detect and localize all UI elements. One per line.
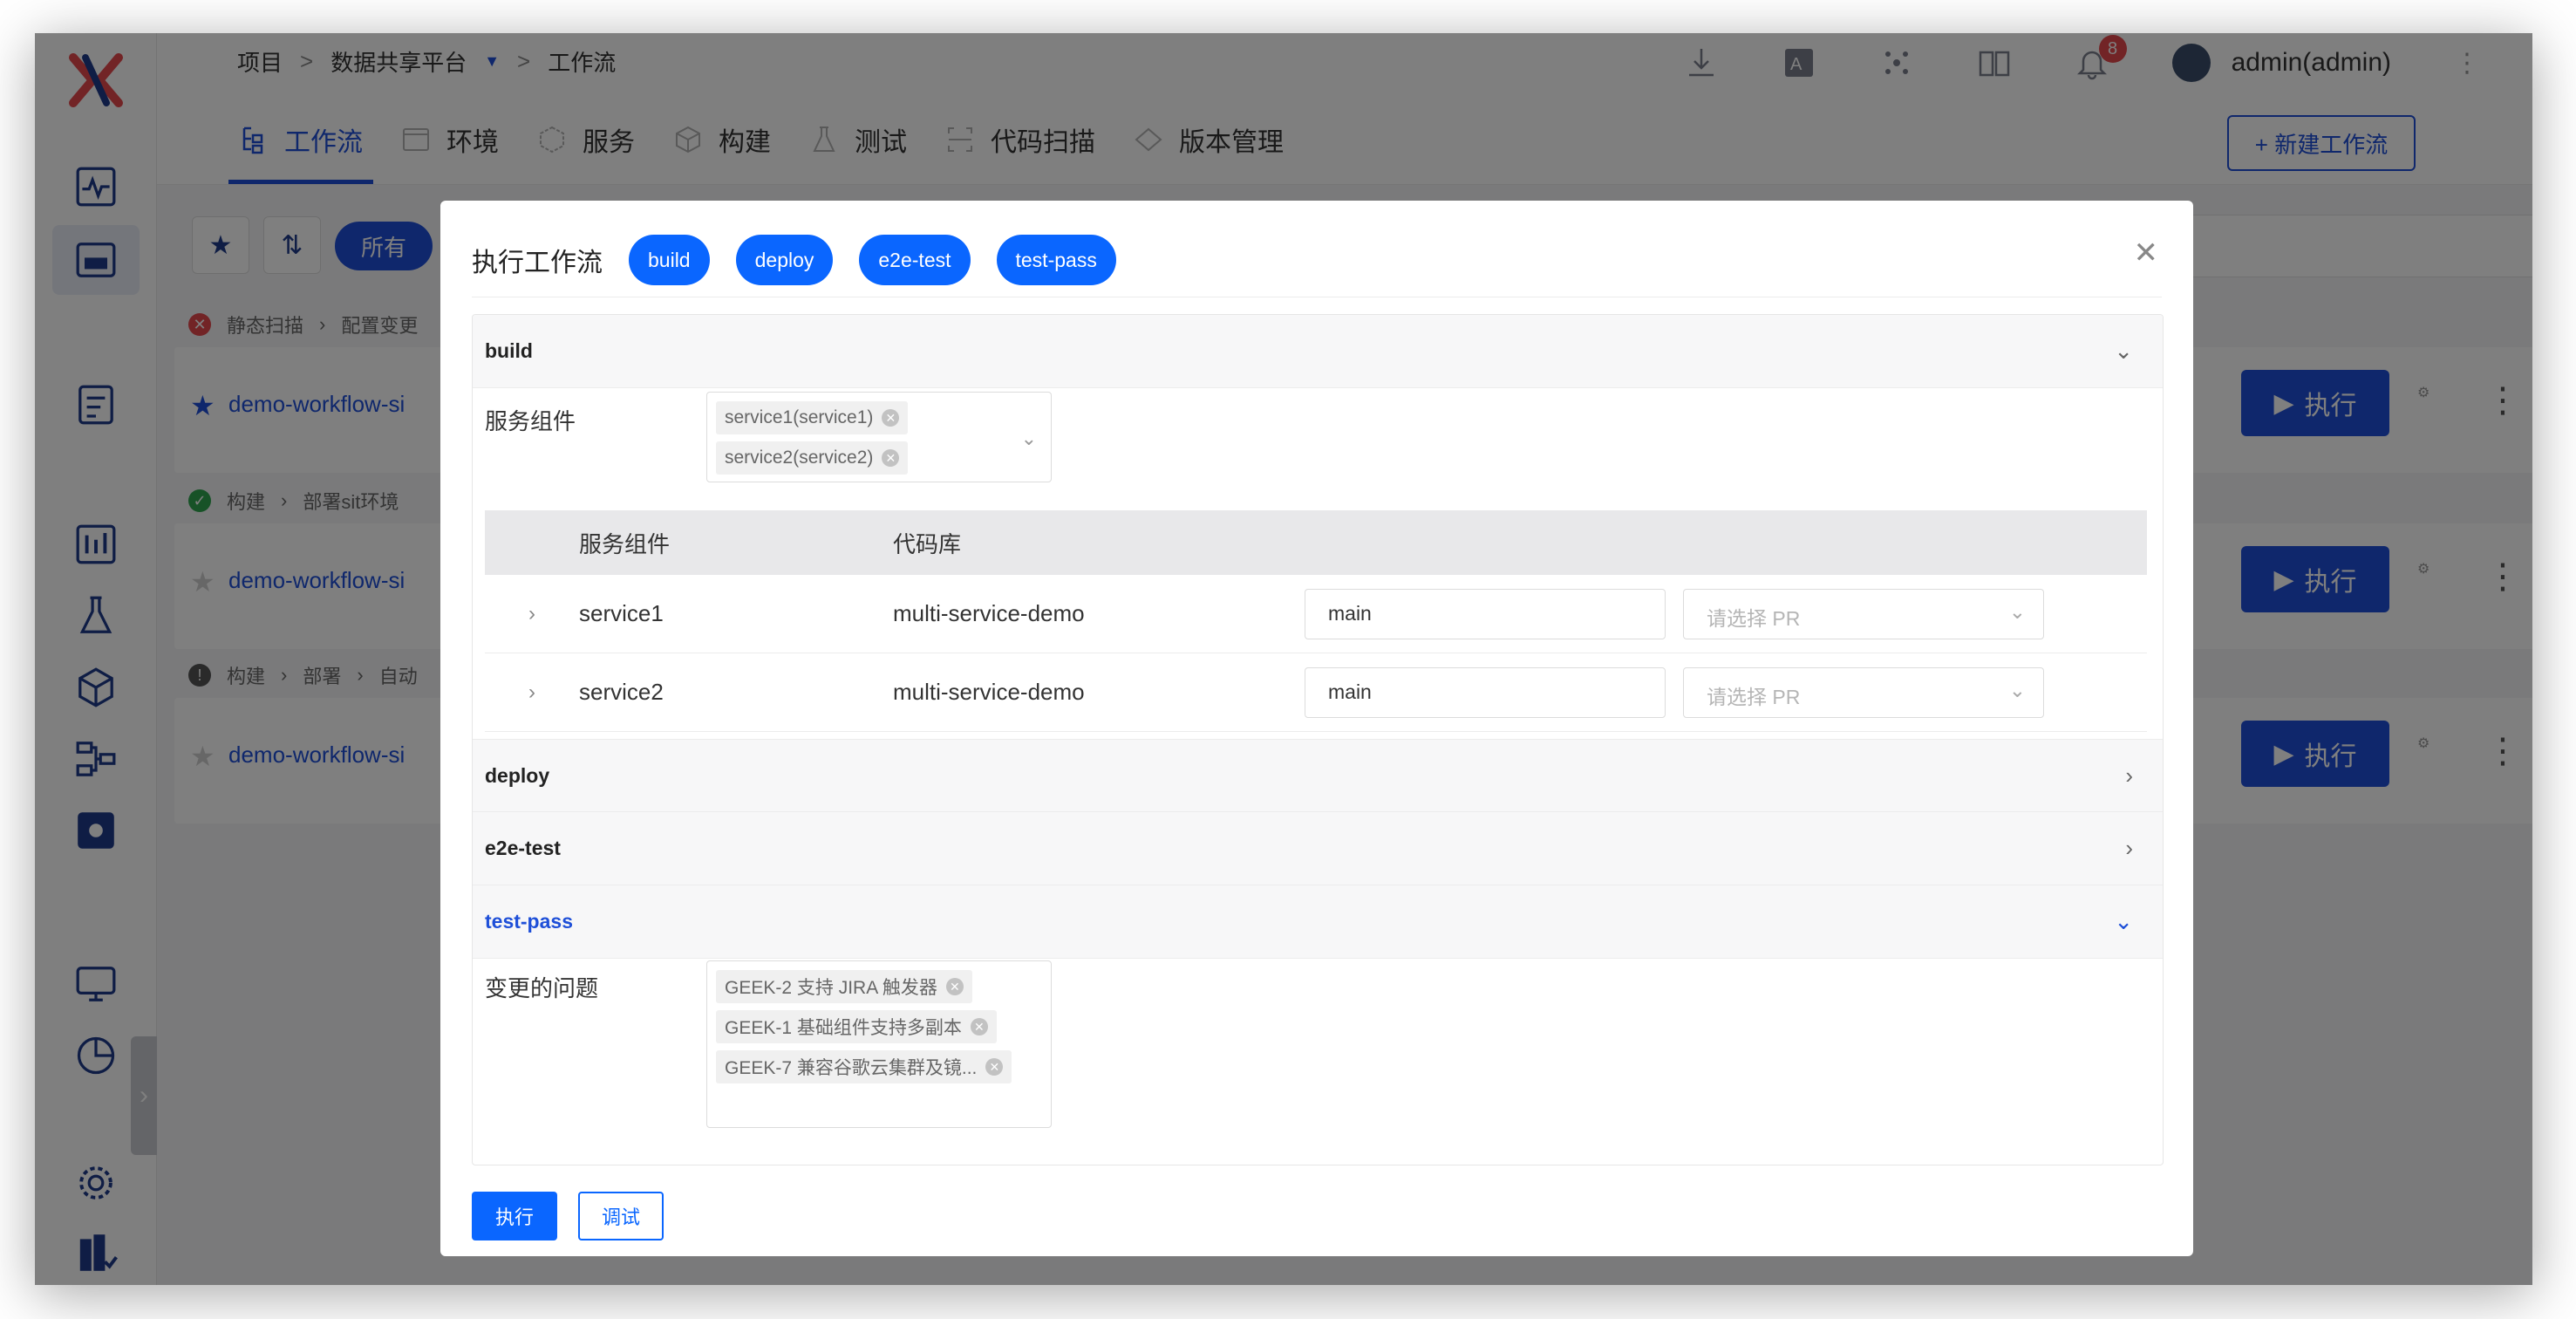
debug-button[interactable]: 调试	[578, 1192, 664, 1240]
stage-pill-test-pass[interactable]: test-pass	[996, 235, 1116, 285]
pr-select[interactable]: 请选择 PR ⌄	[1683, 588, 2044, 639]
chevron-down-icon: ⌄	[2114, 908, 2133, 934]
panel-test-pass-header[interactable]: test-pass ⌄	[473, 885, 2163, 959]
pr-select[interactable]: 请选择 PR ⌄	[1683, 666, 2044, 718]
chevron-right-icon[interactable]: ›	[485, 680, 579, 705]
dialog-title: 执行工作流	[472, 249, 603, 277]
service-components-label: 服务组件	[485, 408, 576, 434]
changed-issues-select[interactable]: GEEK-2 支持 JIRA 触发器 ✕ GEEK-1 基础组件支持多副本 ✕ GE…	[706, 960, 1052, 1128]
changed-issues-label: 变更的问题	[485, 975, 599, 1001]
remove-tag-icon[interactable]: ✕	[882, 409, 900, 427]
app-window: › 项目 > 数据共享平台 ▼ > 工作流 A 8 admin(admin) ⋮…	[35, 33, 2532, 1285]
table-header: 服务组件 代码库	[485, 510, 2147, 575]
chevron-right-icon: ›	[2125, 762, 2133, 789]
service-components-select[interactable]: service1(service1) ✕ service2(service2) ✕ …	[706, 392, 1052, 482]
chevron-right-icon[interactable]: ›	[485, 602, 579, 626]
chevron-down-icon: ⌄	[1020, 427, 1037, 449]
close-icon[interactable]: ✕	[2134, 236, 2159, 270]
stage-pill-e2e-test[interactable]: e2e-test	[859, 235, 971, 285]
remove-tag-icon[interactable]: ✕	[945, 978, 964, 995]
table-row: › service2 multi-service-demo main 请选择 P…	[485, 653, 2147, 732]
panel-deploy-header[interactable]: deploy ›	[473, 739, 2163, 812]
remove-tag-icon[interactable]: ✕	[985, 1058, 1004, 1076]
stage-pill-build[interactable]: build	[629, 235, 710, 285]
remove-tag-icon[interactable]: ✕	[882, 449, 900, 467]
chevron-down-icon: ⌄	[2008, 678, 2026, 701]
run-button[interactable]: 执行	[472, 1192, 557, 1240]
chevron-down-icon: ⌄	[2114, 338, 2133, 364]
tag: GEEK-1 基础组件支持多副本 ✕	[716, 1010, 997, 1043]
tag: service2(service2) ✕	[716, 441, 909, 475]
panel-e2e-test-header[interactable]: e2e-test ›	[473, 812, 2163, 885]
branch-input[interactable]: main	[1305, 666, 1666, 718]
table-row: › service1 multi-service-demo main 请选择 P…	[485, 575, 2147, 653]
stage-pill-deploy[interactable]: deploy	[735, 235, 834, 285]
tag: GEEK-7 兼容谷歌云集群及镜... ✕	[716, 1050, 1012, 1083]
branch-input[interactable]: main	[1305, 588, 1666, 639]
run-workflow-dialog: 执行工作流 build deploy e2e-test test-pass ✕ …	[440, 201, 2193, 1256]
stage-panels: build ⌄ 服务组件 service1(service1) ✕ service…	[472, 314, 2164, 1165]
tag: GEEK-2 支持 JIRA 触发器 ✕	[716, 970, 972, 1003]
tag: service1(service1) ✕	[716, 401, 909, 434]
chevron-right-icon: ›	[2125, 835, 2133, 861]
chevron-down-icon: ⌄	[2008, 599, 2026, 623]
service-table: 服务组件 代码库 › service1 multi-service-demo m…	[485, 510, 2147, 732]
remove-tag-icon[interactable]: ✕	[970, 1018, 988, 1035]
panel-build-header[interactable]: build ⌄	[473, 315, 2163, 388]
